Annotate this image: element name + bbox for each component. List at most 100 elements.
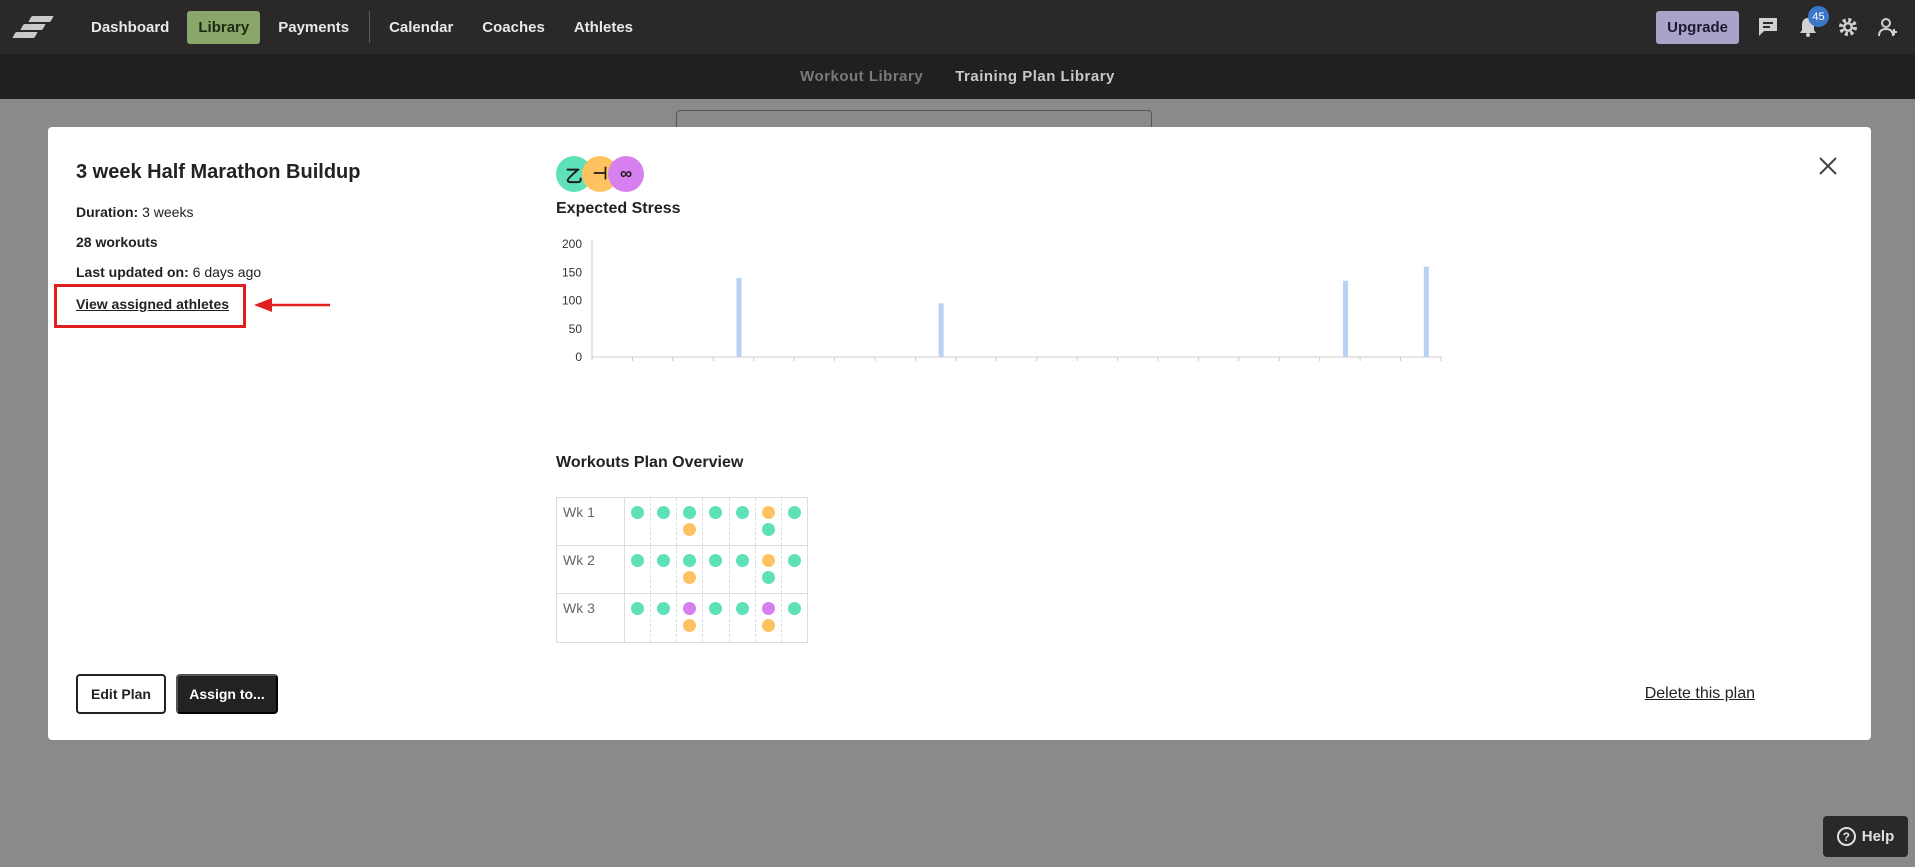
stress-bar: [1423, 266, 1429, 357]
week-row: Wk 2: [557, 546, 807, 594]
workout-dot[interactable]: [761, 554, 775, 567]
workout-dot[interactable]: [761, 506, 775, 519]
workout-dot[interactable]: [683, 523, 697, 536]
day-cell[interactable]: [756, 546, 782, 593]
nav-athletes[interactable]: Athletes: [563, 11, 644, 44]
duration-value: 3 weeks: [142, 204, 194, 220]
day-cell[interactable]: [625, 546, 652, 593]
workout-dot[interactable]: [735, 554, 749, 567]
day-cell[interactable]: [782, 498, 807, 545]
nav-calendar[interactable]: Calendar: [378, 11, 464, 44]
day-cell[interactable]: [730, 546, 756, 593]
workout-dot[interactable]: [683, 554, 697, 567]
delete-plan-link[interactable]: Delete this plan: [1645, 685, 1755, 703]
day-cell[interactable]: [703, 498, 730, 545]
day-cell[interactable]: [651, 546, 678, 593]
day-cell[interactable]: [730, 498, 756, 545]
workout-dot[interactable]: [657, 554, 671, 567]
workout-dot[interactable]: [735, 602, 749, 615]
plan-title: 3 week Half Marathon Buildup: [76, 161, 361, 183]
day-cell[interactable]: [782, 594, 807, 642]
workout-dot[interactable]: [683, 619, 697, 632]
upgrade-button[interactable]: Upgrade: [1656, 10, 1739, 44]
workout-dot[interactable]: [709, 602, 723, 615]
week-label: Wk 1: [557, 498, 625, 545]
expected-stress-title: Expected Stress: [556, 200, 681, 217]
close-icon[interactable]: [1815, 153, 1841, 179]
help-button[interactable]: ? Help: [1823, 816, 1908, 857]
bike-icon: ∞: [608, 156, 644, 192]
workout-dot[interactable]: [683, 506, 697, 519]
workout-dot[interactable]: [631, 554, 645, 567]
workout-dot[interactable]: [787, 506, 801, 519]
stress-bar: [1342, 280, 1348, 357]
edit-plan-button[interactable]: Edit Plan: [76, 674, 166, 714]
workout-dot[interactable]: [761, 571, 775, 584]
y-tick-label: 100: [562, 294, 582, 308]
day-cell[interactable]: [651, 594, 678, 642]
workout-dot[interactable]: [761, 619, 775, 632]
plan-last-updated: Last updated on: 6 days ago: [76, 264, 261, 280]
workout-dot[interactable]: [787, 602, 801, 615]
logo-icon[interactable]: [12, 13, 54, 41]
nav-coaches[interactable]: Coaches: [471, 11, 556, 44]
workout-dot[interactable]: [787, 554, 801, 567]
chat-icon[interactable]: [1755, 14, 1781, 40]
plan-duration: Duration: 3 weeks: [76, 204, 193, 220]
nav-library[interactable]: Library: [187, 10, 261, 44]
nav-dashboard[interactable]: Dashboard: [80, 11, 180, 44]
workout-dot[interactable]: [657, 602, 671, 615]
week-label: Wk 2: [557, 546, 625, 593]
tab-workout-library[interactable]: Workout Library: [800, 68, 923, 85]
day-cell[interactable]: [782, 546, 807, 593]
day-cell[interactable]: [730, 594, 756, 642]
annotation-arrow: [254, 298, 330, 312]
workouts-overview-grid: Wk 1 Wk 2 Wk 3: [556, 497, 808, 643]
week-row: Wk 1: [557, 498, 807, 546]
workout-dot[interactable]: [631, 506, 645, 519]
day-cell[interactable]: [756, 498, 782, 545]
assign-button[interactable]: Assign to...: [176, 674, 278, 714]
week-label: Wk 3: [557, 594, 625, 642]
last-updated-value: 6 days ago: [192, 264, 262, 280]
nav-divider: [369, 11, 371, 43]
day-cell[interactable]: [703, 594, 730, 642]
workout-dot[interactable]: [761, 602, 775, 615]
plan-workout-count: 28 workouts: [76, 234, 158, 250]
y-tick-label: 150: [562, 265, 582, 279]
day-cell[interactable]: [677, 498, 704, 545]
gear-icon[interactable]: [1835, 14, 1861, 40]
workout-dot[interactable]: [709, 554, 723, 567]
week-row: Wk 3: [557, 594, 807, 642]
tab-training-plan-library[interactable]: Training Plan Library: [955, 68, 1115, 85]
workout-dot[interactable]: [683, 571, 697, 584]
day-cell[interactable]: [703, 546, 730, 593]
workout-dot[interactable]: [709, 506, 723, 519]
workout-dot[interactable]: [657, 506, 671, 519]
workout-dot[interactable]: [761, 523, 775, 536]
workout-dot[interactable]: [631, 602, 645, 615]
day-cell[interactable]: [756, 594, 782, 642]
day-cell[interactable]: [677, 546, 704, 593]
expected-stress-chart: 200 150 100 50 0: [562, 237, 1442, 364]
day-cell[interactable]: [677, 594, 704, 642]
bell-icon[interactable]: 45: [1795, 6, 1829, 40]
workouts-count: 28 workouts: [76, 234, 158, 250]
day-cell[interactable]: [625, 594, 652, 642]
view-assigned-athletes-link[interactable]: View assigned athletes: [76, 296, 229, 312]
y-tick-label: 200: [562, 237, 582, 251]
day-cell[interactable]: [625, 498, 652, 545]
workout-dot[interactable]: [683, 602, 697, 615]
plan-detail-modal: 3 week Half Marathon Buildup Duration: 3…: [48, 127, 1871, 740]
add-user-icon[interactable]: [1875, 14, 1901, 40]
day-cell[interactable]: [651, 498, 678, 545]
top-nav: Dashboard Library Payments Calendar Coac…: [0, 0, 1915, 54]
sport-icons: ⼄ ⊣ ∞: [556, 156, 646, 192]
duration-label: Duration:: [76, 204, 139, 220]
stress-bar: [938, 303, 944, 357]
help-icon: ?: [1836, 827, 1856, 846]
nav-payments[interactable]: Payments: [267, 11, 360, 44]
workout-dot[interactable]: [735, 506, 749, 519]
library-subnav: Workout Library Training Plan Library: [0, 54, 1915, 99]
stress-bar: [736, 277, 742, 357]
